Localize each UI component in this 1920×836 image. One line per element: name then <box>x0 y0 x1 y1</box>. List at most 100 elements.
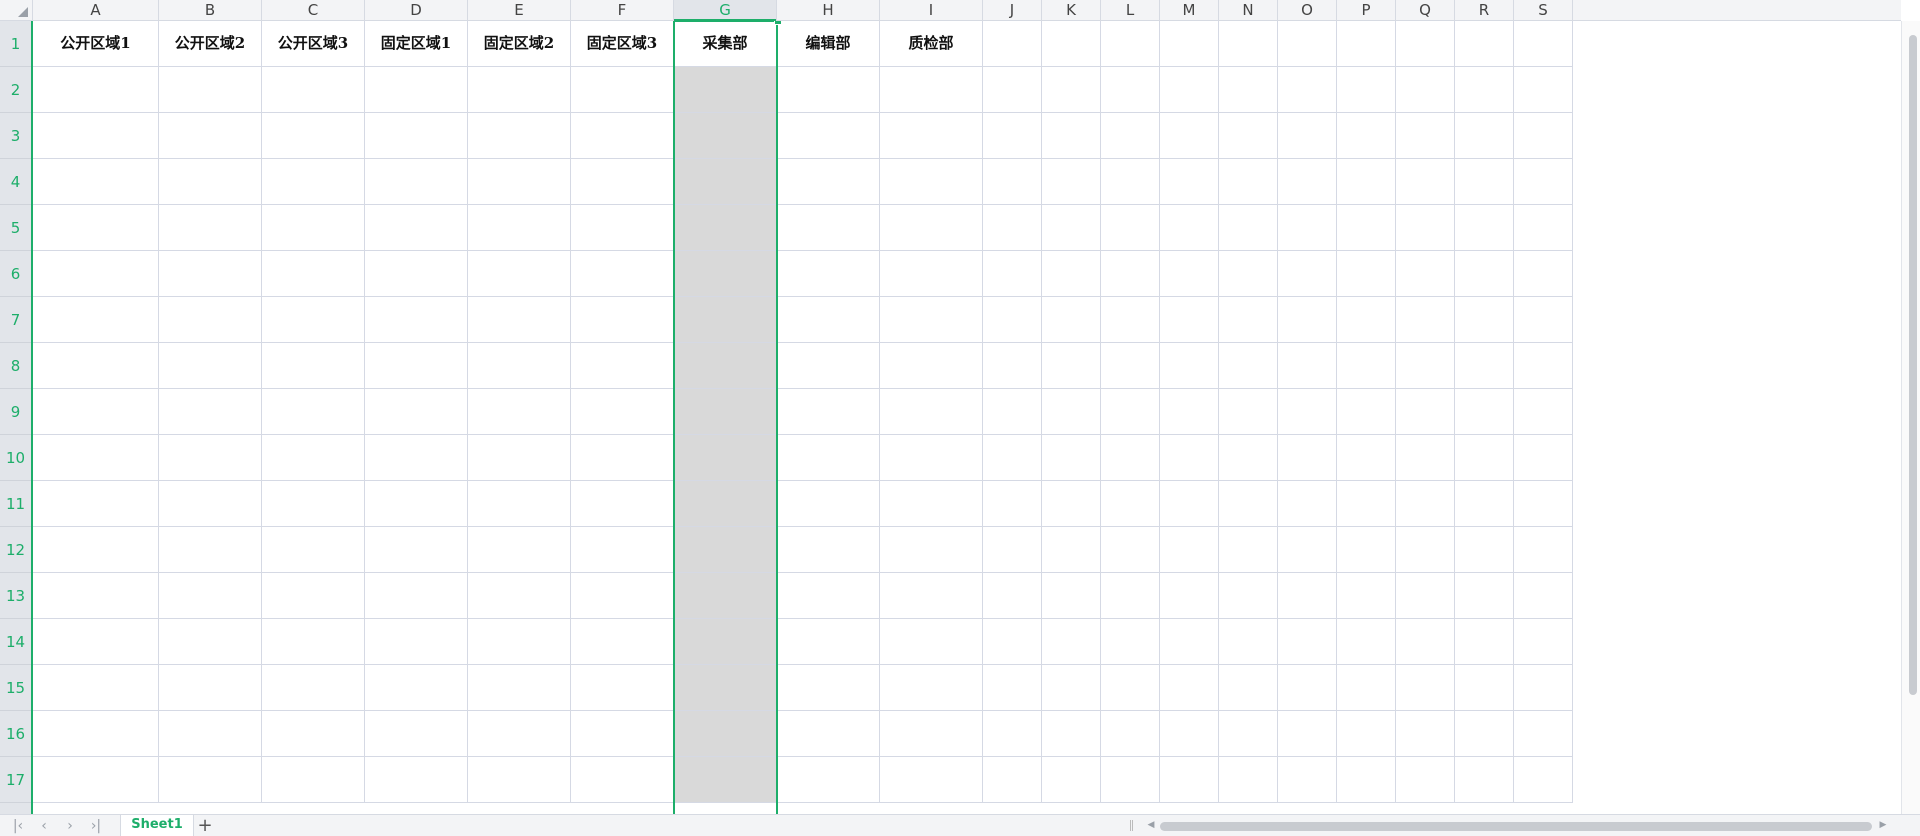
cell-n4[interactable] <box>1219 159 1278 205</box>
cell-i15[interactable] <box>880 665 983 711</box>
cell-p16[interactable] <box>1337 711 1396 757</box>
cell-f1[interactable]: 固定区域3 <box>571 21 674 67</box>
cell-e6[interactable] <box>468 251 571 297</box>
cell-g9[interactable] <box>674 389 777 435</box>
cell-o10[interactable] <box>1278 435 1337 481</box>
column-header-a[interactable]: A <box>33 0 159 20</box>
cell-b16[interactable] <box>159 711 262 757</box>
cell-k10[interactable] <box>1042 435 1101 481</box>
cell-b1[interactable]: 公开区域2 <box>159 21 262 67</box>
cell-d12[interactable] <box>365 527 468 573</box>
cell-k2[interactable] <box>1042 67 1101 113</box>
cell-o3[interactable] <box>1278 113 1337 159</box>
horizontal-scrollbar[interactable]: ◀ ▶ <box>1130 818 1890 833</box>
cell-b17[interactable] <box>159 757 262 803</box>
cell-r12[interactable] <box>1455 527 1514 573</box>
cell-m16[interactable] <box>1160 711 1219 757</box>
cell-j10[interactable] <box>983 435 1042 481</box>
cell-j3[interactable] <box>983 113 1042 159</box>
cell-f13[interactable] <box>571 573 674 619</box>
cell-e10[interactable] <box>468 435 571 481</box>
column-header-j[interactable]: J <box>983 0 1042 20</box>
cell-b11[interactable] <box>159 481 262 527</box>
cell-d15[interactable] <box>365 665 468 711</box>
cell-h11[interactable] <box>777 481 880 527</box>
cell-p6[interactable] <box>1337 251 1396 297</box>
cell-l12[interactable] <box>1101 527 1160 573</box>
cell-r10[interactable] <box>1455 435 1514 481</box>
cell-d11[interactable] <box>365 481 468 527</box>
cell-s11[interactable] <box>1514 481 1573 527</box>
cell-s1[interactable] <box>1514 21 1573 67</box>
cell-j13[interactable] <box>983 573 1042 619</box>
cell-p12[interactable] <box>1337 527 1396 573</box>
cell-m6[interactable] <box>1160 251 1219 297</box>
cell-p7[interactable] <box>1337 297 1396 343</box>
cell-j7[interactable] <box>983 297 1042 343</box>
cell-b6[interactable] <box>159 251 262 297</box>
cell-q16[interactable] <box>1396 711 1455 757</box>
cell-m4[interactable] <box>1160 159 1219 205</box>
cell-o16[interactable] <box>1278 711 1337 757</box>
cell-a5[interactable] <box>33 205 159 251</box>
cell-g5[interactable] <box>674 205 777 251</box>
cell-i7[interactable] <box>880 297 983 343</box>
cell-h17[interactable] <box>777 757 880 803</box>
cell-m1[interactable] <box>1160 21 1219 67</box>
cell-c8[interactable] <box>262 343 365 389</box>
cell-b9[interactable] <box>159 389 262 435</box>
horizontal-scroll-thumb[interactable] <box>1160 822 1872 831</box>
row-header-13[interactable]: 13 <box>0 573 31 619</box>
cell-p1[interactable] <box>1337 21 1396 67</box>
cell-j14[interactable] <box>983 619 1042 665</box>
cell-c13[interactable] <box>262 573 365 619</box>
cell-q9[interactable] <box>1396 389 1455 435</box>
cell-i4[interactable] <box>880 159 983 205</box>
row-header-14[interactable]: 14 <box>0 619 31 665</box>
row-header-7[interactable]: 7 <box>0 297 31 343</box>
cell-h6[interactable] <box>777 251 880 297</box>
cell-o5[interactable] <box>1278 205 1337 251</box>
column-header-q[interactable]: Q <box>1396 0 1455 20</box>
cell-g11[interactable] <box>674 481 777 527</box>
cell-q6[interactable] <box>1396 251 1455 297</box>
cell-h10[interactable] <box>777 435 880 481</box>
cell-k17[interactable] <box>1042 757 1101 803</box>
cell-s10[interactable] <box>1514 435 1573 481</box>
cell-f8[interactable] <box>571 343 674 389</box>
cell-n15[interactable] <box>1219 665 1278 711</box>
cell-l5[interactable] <box>1101 205 1160 251</box>
cell-r1[interactable] <box>1455 21 1514 67</box>
cell-j15[interactable] <box>983 665 1042 711</box>
cell-b5[interactable] <box>159 205 262 251</box>
scroll-right-icon[interactable]: ▶ <box>1876 818 1890 833</box>
cell-o7[interactable] <box>1278 297 1337 343</box>
cell-k13[interactable] <box>1042 573 1101 619</box>
cell-i8[interactable] <box>880 343 983 389</box>
cell-q15[interactable] <box>1396 665 1455 711</box>
cell-d1[interactable]: 固定区域1 <box>365 21 468 67</box>
cell-n6[interactable] <box>1219 251 1278 297</box>
column-header-d[interactable]: D <box>365 0 468 20</box>
cell-l9[interactable] <box>1101 389 1160 435</box>
cell-f2[interactable] <box>571 67 674 113</box>
next-sheet-icon[interactable]: › <box>60 817 80 835</box>
column-header-m[interactable]: M <box>1160 0 1219 20</box>
scroll-left-icon[interactable]: ◀ <box>1144 818 1158 833</box>
cell-j4[interactable] <box>983 159 1042 205</box>
cell-m3[interactable] <box>1160 113 1219 159</box>
cell-i11[interactable] <box>880 481 983 527</box>
cell-r4[interactable] <box>1455 159 1514 205</box>
cell-o8[interactable] <box>1278 343 1337 389</box>
cell-o1[interactable] <box>1278 21 1337 67</box>
cell-o4[interactable] <box>1278 159 1337 205</box>
cell-i2[interactable] <box>880 67 983 113</box>
cell-a3[interactable] <box>33 113 159 159</box>
cell-p2[interactable] <box>1337 67 1396 113</box>
cell-c9[interactable] <box>262 389 365 435</box>
cell-c4[interactable] <box>262 159 365 205</box>
plus-icon[interactable]: + <box>194 816 216 836</box>
cell-n13[interactable] <box>1219 573 1278 619</box>
row-header-5[interactable]: 5 <box>0 205 31 251</box>
cell-r3[interactable] <box>1455 113 1514 159</box>
